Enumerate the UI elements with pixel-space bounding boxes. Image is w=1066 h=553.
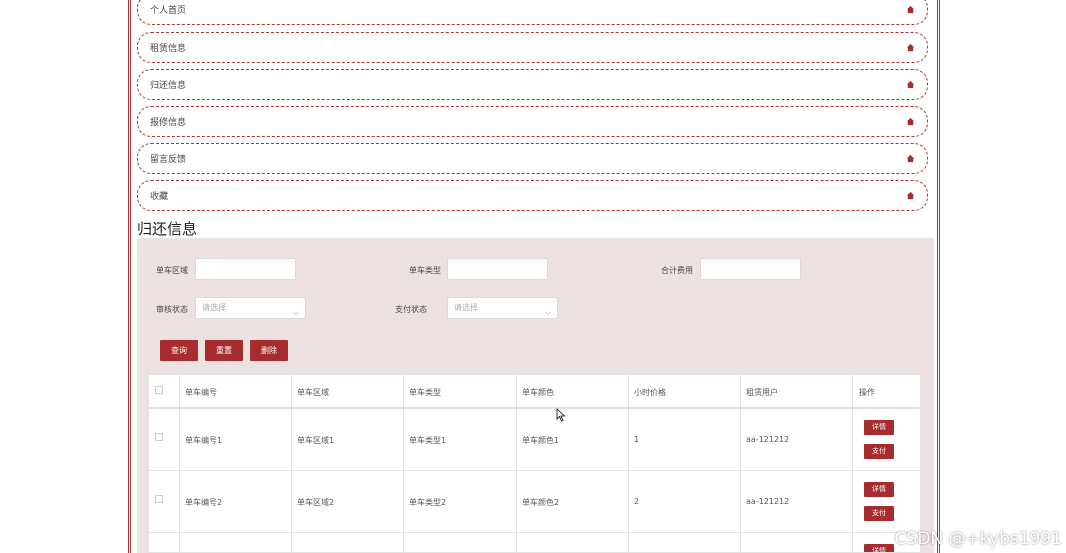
select-all-checkbox[interactable] (155, 386, 163, 394)
bike-number-cell: 单车编号1 (185, 436, 223, 445)
menu-item-rental[interactable]: 租赁信息 (137, 32, 928, 63)
row-checkbox[interactable] (155, 433, 163, 441)
query-button[interactable]: 查询 (160, 340, 198, 361)
pay-status-select[interactable]: 请选择 ⌵ (447, 297, 558, 319)
return-info-table: 单车编号 单车区域 单车类型 单车颜色 小时价格 租赁用户 操作 单车编号1 单… (148, 374, 921, 553)
bike-type-label: 单车类型 (409, 266, 441, 275)
menu-item-label: 租赁信息 (150, 44, 187, 54)
watermark: CSDN @+kybs1991 (894, 529, 1062, 549)
pay-button[interactable]: 支付 (864, 506, 894, 521)
column-header: 租赁用户 (746, 388, 778, 397)
bike-type-input[interactable] (447, 258, 548, 280)
row-checkbox[interactable] (155, 495, 163, 503)
menu-item-return[interactable]: 归还信息 (137, 69, 928, 100)
detail-button[interactable]: 详情 (864, 482, 894, 497)
menu-item-label: 收藏 (150, 192, 169, 202)
menu-item-label: 留言反馈 (150, 155, 187, 165)
bike-area-input[interactable] (195, 258, 296, 280)
reset-button[interactable]: 重置 (205, 340, 243, 361)
menu-item-favorites[interactable]: 收藏 (137, 180, 928, 211)
review-status-placeholder: 请选择 (202, 303, 226, 312)
column-header: 单车颜色 (522, 388, 554, 397)
menu-item-label: 个人首页 (150, 6, 187, 16)
column-header: 单车编号 (185, 388, 217, 397)
home-icon (906, 43, 915, 52)
column-header: 单车类型 (409, 388, 441, 397)
column-header: 小时价格 (634, 388, 666, 397)
home-icon (906, 5, 915, 14)
total-fee-input[interactable] (700, 258, 801, 280)
rental-user-cell: aa-121212 (746, 435, 790, 444)
pay-status-placeholder: 请选择 (454, 303, 478, 312)
menu-item-label: 归还信息 (150, 81, 187, 91)
bike-area-cell: 单车区域2 (297, 498, 335, 507)
bike-color-cell: 单车颜色1 (522, 436, 560, 445)
home-icon (906, 154, 915, 163)
bike-type-cell: 单车类型1 (409, 436, 447, 445)
review-status-label: 审核状态 (156, 305, 188, 314)
bike-color-cell: 单车颜色2 (522, 498, 560, 507)
detail-button[interactable]: 详情 (864, 544, 894, 552)
rental-user-cell: aa-121212 (746, 497, 790, 506)
chevron-down-icon: ⌵ (292, 308, 299, 317)
mouse-cursor-icon (556, 408, 566, 422)
hourly-price-cell: 2 (634, 497, 640, 506)
column-header: 单车区域 (297, 388, 329, 397)
menu-item-home[interactable]: 个人首页 (137, 0, 928, 25)
delete-button[interactable]: 删除 (250, 340, 288, 361)
detail-button[interactable]: 详情 (864, 420, 894, 435)
menu-item-repair[interactable]: 报修信息 (137, 106, 928, 137)
hourly-price-cell: 1 (634, 435, 640, 444)
review-status-select[interactable]: 请选择 ⌵ (195, 297, 306, 319)
page-title: 归还信息 (137, 220, 198, 238)
bike-area-label: 单车区域 (156, 266, 188, 275)
total-fee-label: 合计费用 (661, 266, 693, 275)
bike-number-cell: 单车编号2 (185, 498, 223, 507)
bike-type-cell: 单车类型2 (409, 498, 447, 507)
home-icon (906, 117, 915, 126)
chevron-down-icon: ⌵ (544, 308, 551, 317)
home-icon (906, 191, 915, 200)
content-panel: 单车区域 单车类型 合计费用 审核状态 请选择 ⌵ 支付状态 请选择 ⌵ 查询 … (137, 238, 934, 553)
home-icon (906, 80, 915, 89)
menu-item-label: 报修信息 (150, 118, 187, 128)
pay-status-label: 支付状态 (395, 305, 427, 314)
pay-button[interactable]: 支付 (864, 444, 894, 459)
bike-area-cell: 单车区域1 (297, 436, 335, 445)
column-header: 操作 (859, 388, 875, 397)
menu-item-feedback[interactable]: 留言反馈 (137, 143, 928, 174)
